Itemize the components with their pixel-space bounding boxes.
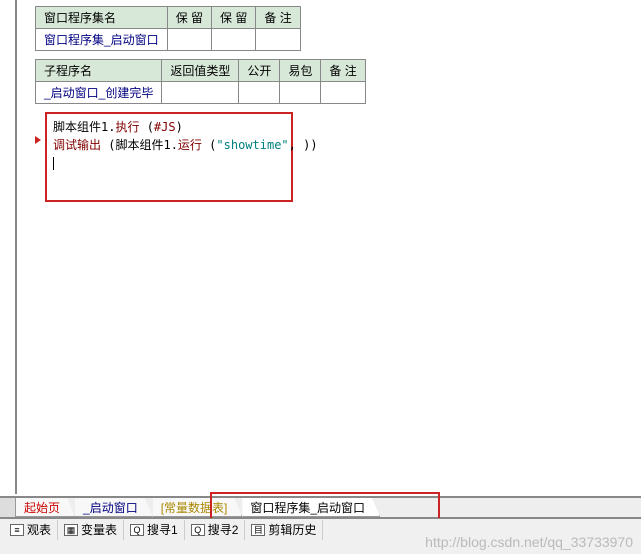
grid-icon: ▦	[64, 524, 78, 536]
table-row[interactable]: _启动窗口_创建完毕	[36, 82, 366, 104]
tab-scroll-control[interactable]	[0, 498, 16, 517]
tab-start-page[interactable]: 起始页	[16, 498, 75, 517]
code-line-2[interactable]: 调试输出 (脚本组件1.运行 ("showtime", ))	[53, 136, 285, 154]
col-subname: 子程序名	[36, 60, 162, 82]
procset-name-cell[interactable]: 窗口程序集_启动窗口	[36, 29, 168, 51]
col-remark: 备 注	[256, 7, 300, 29]
status-search2[interactable]: Q 搜寻2	[185, 520, 246, 540]
status-watch[interactable]: ≡ 观表	[4, 520, 58, 540]
tab-startup-window[interactable]: _启动窗口	[75, 498, 153, 517]
col-remark2: 备 注	[321, 60, 365, 82]
editor-tabs: 起始页 _启动窗口 [常量数据表] 窗口程序集_启动窗口	[0, 496, 641, 518]
tab-procset-startup[interactable]: 窗口程序集_启动窗口	[242, 498, 380, 517]
procedure-set-table: 窗口程序集名 保 留 保 留 备 注 窗口程序集_启动窗口	[35, 6, 301, 51]
col-epkg: 易包	[280, 60, 321, 82]
col-reserved1: 保 留	[167, 7, 211, 29]
status-search1[interactable]: Q 搜寻1	[124, 520, 185, 540]
code-editor-highlight[interactable]: 脚本组件1.执行 (#JS) 调试输出 (脚本组件1.运行 ("showtime…	[45, 112, 293, 202]
status-cliphistory[interactable]: 目 剪辑历史	[245, 520, 323, 540]
current-line-arrow-icon	[35, 136, 41, 144]
col-rettype: 返回值类型	[162, 60, 239, 82]
col-reserved2: 保 留	[212, 7, 256, 29]
table-row[interactable]: 窗口程序集_启动窗口	[36, 29, 301, 51]
history-icon: 目	[251, 524, 265, 536]
status-vartable[interactable]: ▦ 变量表	[58, 520, 124, 540]
search-icon: Q	[191, 524, 205, 536]
col-public: 公开	[239, 60, 280, 82]
col-procset-name: 窗口程序集名	[36, 7, 168, 29]
tab-constant-table[interactable]: [常量数据表]	[153, 498, 243, 517]
subname-cell[interactable]: _启动窗口_创建完毕	[36, 82, 162, 104]
search-icon: Q	[130, 524, 144, 536]
list-icon: ≡	[10, 524, 24, 536]
subroutine-table: 子程序名 返回值类型 公开 易包 备 注 _启动窗口_创建完毕	[35, 59, 366, 104]
watermark-text: http://blog.csdn.net/qq_33733970	[425, 534, 633, 550]
code-line-3[interactable]	[53, 154, 285, 172]
code-line-1[interactable]: 脚本组件1.执行 (#JS)	[53, 118, 285, 136]
text-cursor-icon	[53, 157, 54, 170]
editor-area: 窗口程序集名 保 留 保 留 备 注 窗口程序集_启动窗口 子程序名 返回值类型…	[15, 0, 641, 494]
